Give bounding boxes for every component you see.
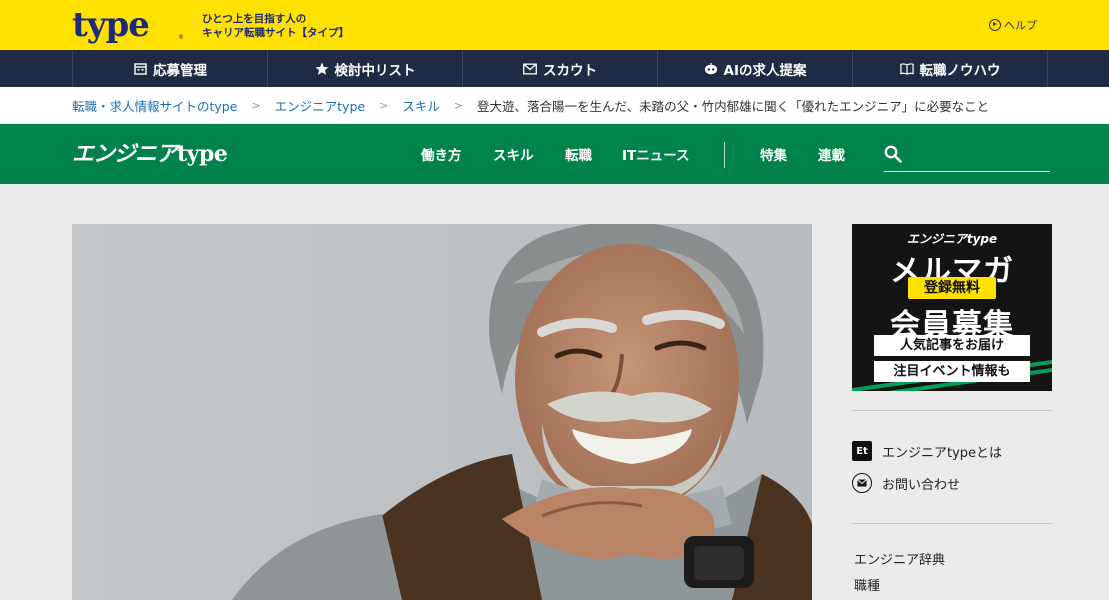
mail-icon (523, 62, 537, 76)
nav-label: 特集 (760, 148, 787, 164)
link-label: お問い合わせ (882, 477, 961, 493)
article-hero-image (72, 224, 812, 600)
help-label: ヘルプ (1004, 19, 1037, 32)
book-icon (899, 62, 914, 76)
chevron-right-icon: > (251, 99, 261, 112)
help-link[interactable]: ヘルプ (989, 17, 1037, 33)
banner-logo: エンジニアtype (906, 232, 998, 246)
nav-label: 連載 (818, 148, 845, 164)
portrait-illustration (72, 224, 812, 600)
sidebar-item-dictionary[interactable]: エンジニア辞典 (854, 549, 945, 568)
site-search (884, 143, 1050, 172)
nav-label: 転職ノウハウ (919, 62, 1001, 79)
mail-icon (852, 473, 872, 493)
breadcrumb-current: 登大遊、落合陽一を生んだ、未踏の父・竹内郁雄に聞く「優れたエンジニア」に必要なこ… (477, 99, 990, 114)
banner-feature-1: 人気記事をお届け (874, 335, 1030, 356)
nav-item-watchlist[interactable]: 検討中リスト (268, 50, 463, 87)
nav-item-scout[interactable]: スカウト (463, 50, 658, 87)
top-bar: type ® ひとつ上を目指す人の キャリア転職サイト【タイプ】 ヘルプ (0, 0, 1109, 50)
robot-icon (704, 62, 718, 76)
nav-label: AIの求人提案 (723, 62, 807, 79)
contact-link[interactable]: お問い合わせ (852, 473, 960, 493)
type-logo[interactable]: type (72, 5, 150, 45)
sidebar-divider (852, 523, 1052, 524)
nav-link-it-news[interactable]: ITニュース (622, 124, 690, 184)
tagline-line2: キャリア転職サイト【タイプ】 (202, 27, 349, 39)
nav-item-applications[interactable]: 応募管理 (73, 50, 268, 87)
sidebar-divider (852, 410, 1052, 411)
nav-link-skill[interactable]: スキル (493, 124, 534, 184)
nav-link-series[interactable]: 連載 (818, 124, 845, 184)
logo-kana: エンジニア (72, 142, 178, 167)
banner-free-badge: 登録無料 (908, 277, 996, 299)
registered-mark: ® (178, 34, 184, 41)
tagline: ひとつ上を目指す人の キャリア転職サイト【タイプ】 (202, 12, 349, 40)
nav-label: スカウト (543, 62, 597, 79)
nav-item-knowhow[interactable]: 転職ノウハウ (853, 50, 1048, 87)
breadcrumb: 転職・求人情報サイトのtype > エンジニアtype > スキル > 登大遊、… (72, 87, 989, 124)
play-circle-icon (989, 19, 1001, 31)
about-engineer-type-link[interactable]: Et エンジニアtypeとは (852, 441, 1002, 461)
main-nav: 応募管理 検討中リスト スカウト AIの求人提案 転職ノウハウ (0, 50, 1109, 87)
nav-label: スキル (493, 148, 534, 164)
nav-item-ai-proposal[interactable]: AIの求人提案 (658, 50, 853, 87)
search-input[interactable] (910, 145, 1048, 167)
chevron-right-icon: > (453, 99, 464, 112)
nav-link-feature[interactable]: 特集 (760, 124, 787, 184)
breadcrumb-link-skill[interactable]: スキル (402, 96, 440, 115)
nav-label: 働き方 (421, 148, 462, 164)
nav-label: 検討中リスト (334, 62, 416, 79)
logo-type: type (177, 141, 228, 167)
et-icon: Et (852, 441, 872, 461)
nav-label: 転職 (565, 148, 592, 164)
engineer-type-logo[interactable]: エンジニアtype (72, 141, 228, 168)
chevron-right-icon: > (379, 99, 389, 112)
tagline-line1: ひとつ上を目指す人の (202, 13, 307, 25)
breadcrumb-link-home[interactable]: 転職・求人情報サイトのtype (72, 96, 237, 115)
banner-feature-2: 注目イベント情報も (874, 361, 1030, 382)
breadcrumb-bar: 転職・求人情報サイトのtype > エンジニアtype > スキル > 登大遊、… (0, 87, 1109, 124)
newsletter-banner[interactable]: エンジニアtype メルマガ 登録無料 会員募集 人気記事をお届け 注目イベント… (852, 224, 1052, 391)
nav-label: ITニュース (622, 148, 690, 164)
link-label: エンジニアtypeとは (882, 445, 1003, 461)
breadcrumb-link-engineer-type[interactable]: エンジニアtype (275, 96, 365, 115)
nav-divider (724, 142, 725, 168)
nav-link-workstyle[interactable]: 働き方 (421, 124, 462, 184)
sidebar-item-job-type[interactable]: 職種 (854, 575, 880, 594)
nav-label: 応募管理 (153, 62, 207, 79)
search-icon[interactable] (884, 145, 902, 163)
star-icon (315, 62, 329, 76)
calendar-icon (133, 62, 147, 76)
nav-link-career[interactable]: 転職 (565, 124, 592, 184)
